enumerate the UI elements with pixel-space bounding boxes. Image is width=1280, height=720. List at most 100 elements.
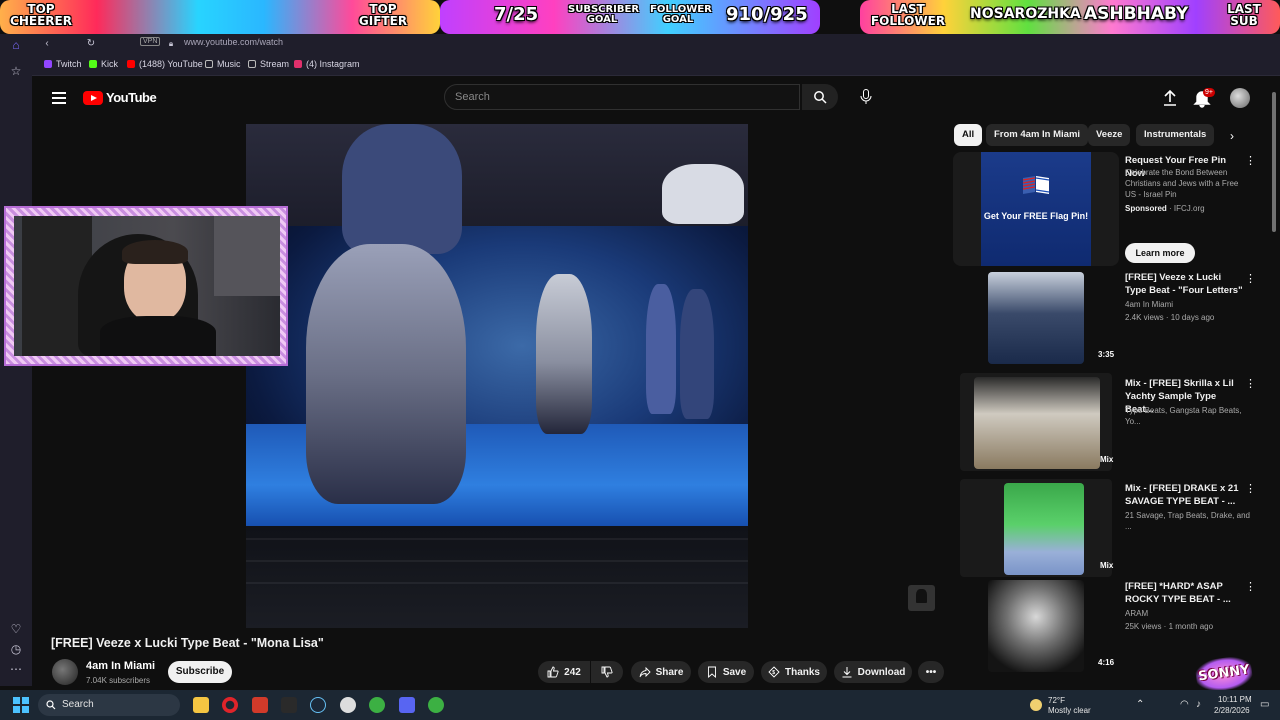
app-icon[interactable] [340, 697, 356, 713]
subscribe-button[interactable]: Subscribe [168, 661, 232, 683]
video-scanline [246, 560, 748, 562]
video-scanline [246, 538, 748, 540]
related-thumbnail[interactable] [988, 272, 1084, 364]
search-input[interactable]: Search [444, 84, 800, 110]
related-thumbnail[interactable] [988, 580, 1084, 672]
related-channel[interactable]: Type Beats, Gangsta Rap Beats, Yo... [1125, 405, 1255, 427]
chip-veeze[interactable]: Veeze [1088, 124, 1131, 146]
voice-search-button[interactable] [854, 84, 878, 110]
youtube-logo[interactable]: YouTube [83, 90, 157, 105]
windows-start-icon[interactable] [13, 697, 29, 713]
youtube-icon [127, 60, 135, 68]
thanks-button[interactable]: $ Thanks [761, 661, 827, 683]
ad-thumbnail[interactable] [981, 152, 1091, 266]
search-button[interactable] [802, 84, 838, 110]
steam-icon[interactable] [310, 697, 326, 713]
bookmark-stream[interactable]: Stream [248, 59, 289, 69]
chip-from-channel[interactable]: From 4am In Miami [986, 124, 1089, 146]
more-icon[interactable]: ⋮ [1245, 377, 1256, 391]
download-button[interactable]: Download [834, 661, 912, 683]
search-icon [814, 91, 827, 104]
bookmark-icon [707, 666, 716, 678]
top-gifter-label: TOP GIFTER [358, 2, 408, 28]
related-channel[interactable]: 4am In Miami [1125, 299, 1255, 310]
folder-icon [205, 60, 213, 68]
menu-icon[interactable] [52, 92, 66, 104]
tray-chevron-icon[interactable]: ⌃ [1136, 699, 1144, 710]
channel-name[interactable]: 4am In Miami [86, 660, 155, 672]
video-figure [306, 244, 466, 504]
discord-icon[interactable] [399, 697, 415, 713]
weather-icon[interactable] [1030, 699, 1042, 711]
url-field[interactable]: www.youtube.com/watch [184, 37, 283, 47]
app-icon[interactable] [252, 697, 268, 713]
ad-more-icon[interactable]: ⋮ [1245, 154, 1256, 168]
chevron-right-icon[interactable]: › [1230, 129, 1244, 143]
related-title[interactable]: [FREE] Veeze x Lucki Type Beat - "Four L… [1125, 271, 1245, 297]
channel-avatar[interactable] [52, 659, 78, 685]
more-icon[interactable]: ⋮ [1245, 580, 1256, 594]
related-title[interactable]: Mix - [FREE] DRAKE x 21 SAVAGE TYPE BEAT… [1125, 482, 1245, 508]
home-icon[interactable]: ⌂ [9, 38, 23, 52]
chip-instrumentals[interactable]: Instrumentals [1136, 124, 1215, 146]
bookmark-kick[interactable]: Kick [89, 59, 118, 69]
xbox-icon[interactable] [428, 697, 444, 713]
flag-pin-icon [1022, 176, 1050, 194]
dislike-button[interactable] [591, 661, 623, 683]
share-label: Share [655, 666, 684, 678]
video-figure [662, 164, 744, 224]
bookmark-label: Twitch [56, 59, 82, 69]
taskbar-search[interactable]: Search [38, 694, 180, 716]
bookmark-instagram[interactable]: (4) Instagram [294, 59, 360, 69]
notifications-icon[interactable]: ▭ [1260, 699, 1269, 710]
chip-all[interactable]: All [954, 124, 983, 146]
like-button[interactable]: 242 [538, 661, 590, 683]
ad-sponsor-line: Sponsored · IFCJ.org [1125, 203, 1255, 214]
bookmark-twitch[interactable]: Twitch [44, 59, 82, 69]
share-button[interactable]: Share [631, 661, 691, 683]
related-meta: 25K views · 1 month ago [1125, 622, 1214, 631]
heart-icon[interactable]: ♡ [9, 622, 23, 636]
bookmark-music[interactable]: Music [205, 59, 241, 69]
opera-icon[interactable] [222, 697, 238, 713]
bookmark-youtube[interactable]: (1488) YouTube [127, 59, 203, 69]
related-thumbnail-image [1004, 483, 1084, 575]
back-icon[interactable]: ‹ [40, 37, 54, 51]
more-actions-button[interactable]: ••• [918, 661, 944, 683]
webcam-hoodie [100, 316, 216, 356]
save-button[interactable]: Save [698, 661, 754, 683]
related-title[interactable]: [FREE] *HARD* ASAP ROCKY TYPE BEAT - ... [1125, 580, 1245, 606]
more-icon[interactable]: ⋮ [1245, 272, 1256, 286]
clock-time[interactable]: 10:11 PM [1218, 695, 1252, 704]
reload-icon[interactable]: ↻ [84, 37, 98, 51]
wifi-icon[interactable]: ◠ [1180, 699, 1189, 710]
related-channel[interactable]: 21 Savage, Trap Beats, Drake, and ... [1125, 510, 1255, 532]
last-follower-name: NOSAROZHKA [970, 6, 1081, 22]
volume-icon[interactable]: ♪ [1196, 699, 1201, 710]
webcam-panel [214, 216, 280, 296]
video-figure [536, 274, 592, 434]
vpn-badge[interactable]: VPN [140, 37, 161, 46]
page-scrollbar[interactable] [1272, 92, 1276, 232]
more-icon: ••• [925, 666, 937, 678]
stream-overlay: TOP CHEERER TOP GIFTER 7/25 SUBSCRIBER G… [0, 0, 1280, 34]
account-avatar[interactable] [1230, 88, 1250, 108]
clock-date[interactable]: 2/28/2026 [1214, 706, 1250, 715]
video-player[interactable] [246, 124, 748, 628]
lock-icon: 🔒︎ [168, 39, 174, 48]
more-icon[interactable]: ⋮ [1245, 482, 1256, 496]
upload-icon[interactable] [1160, 88, 1180, 108]
epic-games-icon[interactable] [281, 697, 297, 713]
video-frame-bottom [246, 526, 748, 628]
star-icon[interactable]: ☆ [9, 64, 23, 78]
mix-badge: Mix [1100, 455, 1114, 464]
related-channel[interactable]: ARAM [1125, 608, 1255, 619]
miniplayer-thumbnail[interactable] [908, 585, 935, 611]
more-icon[interactable]: ⋯ [9, 662, 23, 676]
file-explorer-icon[interactable] [193, 697, 209, 713]
clock-icon[interactable]: ◷ [9, 642, 23, 656]
learn-more-button[interactable]: Learn more [1125, 243, 1195, 263]
folder-icon [248, 60, 256, 68]
thumbs-down-icon [601, 666, 613, 678]
xbox-icon[interactable] [369, 697, 385, 713]
